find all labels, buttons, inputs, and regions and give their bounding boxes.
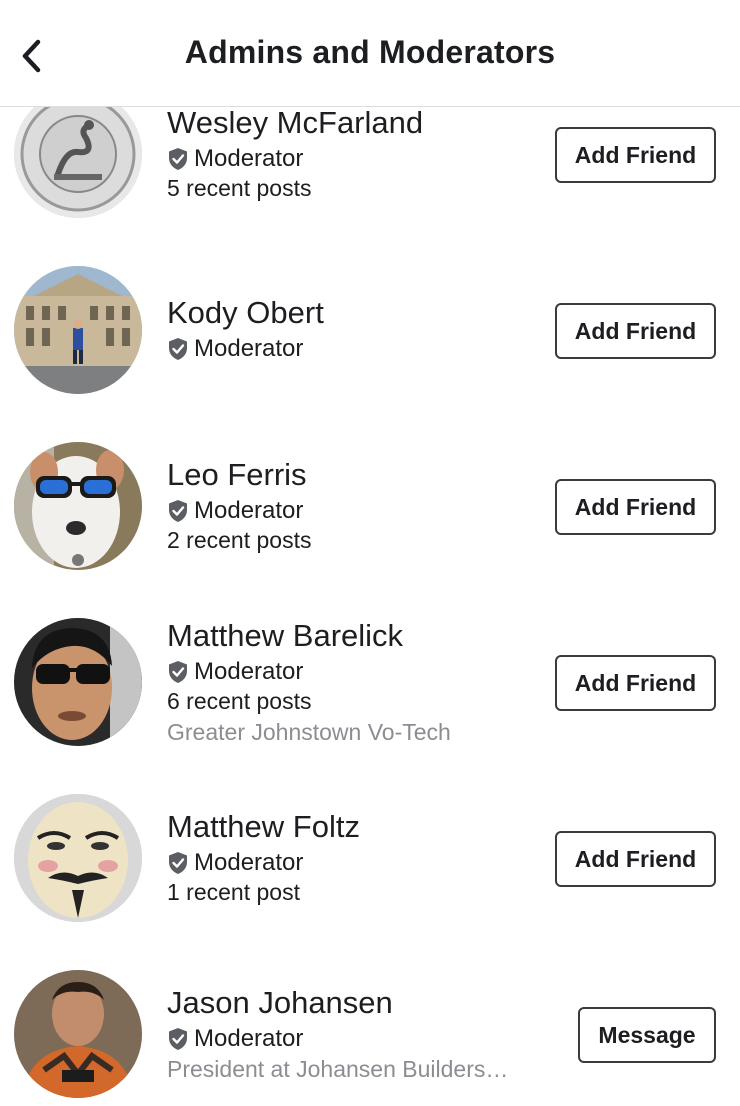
role-label: Moderator [194, 658, 304, 685]
list-item[interactable]: Kody Obert Moderator Add Friend [0, 266, 740, 396]
member-list: Wesley McFarland Moderator 5 recent post… [0, 0, 740, 1106]
recent-posts: 1 recent post [167, 879, 300, 905]
add-friend-button[interactable]: Add Friend [555, 479, 716, 535]
member-subtitle: Greater Johnstown Vo-Tech [167, 719, 451, 745]
role-label: Moderator [194, 849, 304, 876]
role-badge: Moderator [167, 335, 324, 363]
member-name[interactable]: Jason Johansen [167, 985, 508, 1021]
list-item[interactable]: Wesley McFarland Moderator 5 recent post… [0, 90, 740, 240]
top-bar: Admins and Moderators [0, 0, 740, 107]
recent-posts: 6 recent posts [167, 688, 312, 714]
shield-check-icon [169, 1028, 187, 1050]
add-friend-button[interactable]: Add Friend [555, 655, 716, 711]
role-badge: Moderator [167, 497, 311, 525]
recent-posts: 5 recent posts [167, 175, 312, 201]
avatar[interactable] [14, 970, 142, 1098]
shield-check-icon [169, 338, 187, 360]
member-name[interactable]: Kody Obert [167, 295, 324, 331]
list-item[interactable]: Leo Ferris Moderator 2 recent posts Add … [0, 442, 740, 572]
role-label: Moderator [194, 335, 304, 362]
member-name[interactable]: Matthew Barelick [167, 618, 451, 654]
shield-check-icon [169, 148, 187, 170]
list-item[interactable]: Matthew Foltz Moderator 1 recent post Ad… [0, 794, 740, 924]
avatar[interactable] [14, 794, 142, 922]
role-label: Moderator [194, 1025, 304, 1052]
role-label: Moderator [194, 145, 304, 172]
role-badge: Moderator [167, 145, 423, 173]
role-badge: Moderator [167, 849, 360, 877]
recent-posts: 2 recent posts [167, 527, 312, 553]
list-item[interactable]: Jason Johansen Moderator President at Jo… [0, 970, 740, 1106]
shield-check-icon [169, 500, 187, 522]
list-item[interactable]: Matthew Barelick Moderator 6 recent post… [0, 618, 740, 758]
member-subtitle: President at Johansen Builders… [167, 1056, 509, 1082]
role-badge: Moderator [167, 1025, 508, 1053]
add-friend-button[interactable]: Add Friend [555, 127, 716, 183]
shield-check-icon [169, 661, 187, 683]
member-name[interactable]: Wesley McFarland [167, 105, 423, 141]
avatar[interactable] [14, 442, 142, 570]
avatar[interactable] [14, 266, 142, 394]
add-friend-button[interactable]: Add Friend [555, 831, 716, 887]
avatar[interactable] [14, 618, 142, 746]
avatar[interactable] [14, 90, 142, 218]
page-title: Admins and Moderators [184, 34, 556, 70]
message-button[interactable]: Message [578, 1007, 716, 1063]
role-label: Moderator [194, 497, 304, 524]
role-badge: Moderator [167, 658, 451, 686]
shield-check-icon [169, 852, 187, 874]
member-name[interactable]: Leo Ferris [167, 457, 311, 493]
member-name[interactable]: Matthew Foltz [167, 809, 360, 845]
add-friend-button[interactable]: Add Friend [555, 303, 716, 359]
